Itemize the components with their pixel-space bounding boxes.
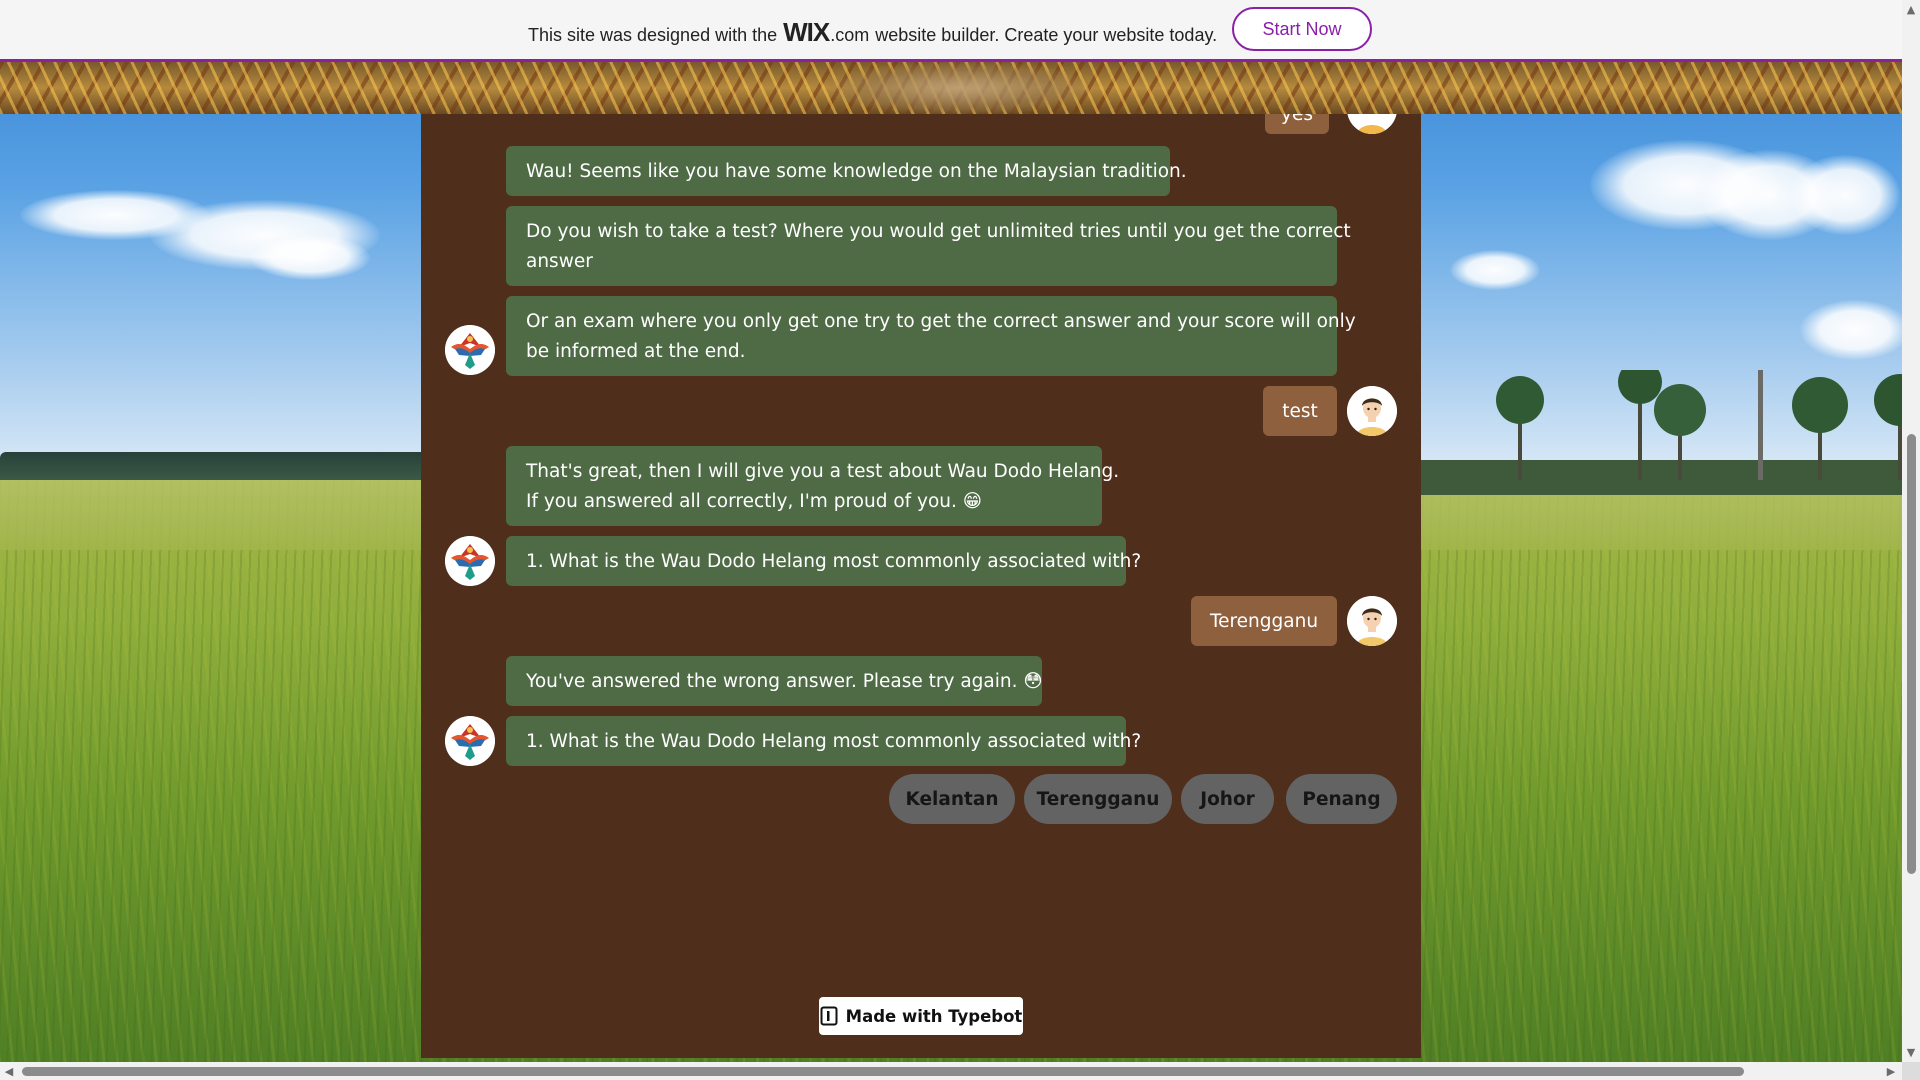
bot-message-text: Wau! Seems like you have some knowledge … (526, 161, 1187, 182)
wix-dotcom: .com (830, 25, 870, 45)
boy-avatar-icon (1347, 596, 1397, 646)
boy-avatar-icon (1347, 114, 1397, 134)
horizontal-scrollbar[interactable]: ◀ ▶ (0, 1062, 1920, 1080)
bot-message: Wau! Seems like you have some knowledge … (506, 146, 1187, 196)
bot-message-text: 1. What is the Wau Dodo Helang most comm… (526, 731, 1142, 752)
treeline-left (0, 452, 430, 480)
bot-message-line: be informed at the end. (526, 341, 746, 362)
header-banner-path (830, 62, 1090, 114)
bot-message: 1. What is the Wau Dodo Helang most comm… (506, 536, 1141, 586)
bot-message: That's great, then I will give you a tes… (506, 446, 1120, 526)
bot-message: Or an exam where you only get one try to… (506, 296, 1356, 376)
typebot-logo-icon (820, 1006, 838, 1026)
wix-promo-text-before: This site was designed with the (528, 25, 778, 45)
scrollbar-corner (1902, 1062, 1920, 1080)
palm-trees (1420, 370, 1920, 495)
bot-message-line: Or an exam where you only get one try to… (526, 311, 1356, 332)
bot-message-line: That's great, then I will give you a tes… (526, 461, 1120, 482)
kite-bird-avatar-icon (445, 536, 495, 586)
kite-bird-avatar-icon (445, 716, 495, 766)
bot-message: 1. What is the Wau Dodo Helang most comm… (506, 716, 1141, 766)
user-message-text: test (1282, 401, 1318, 422)
kite-bird-avatar-icon (445, 325, 495, 375)
boy-avatar-icon (1347, 386, 1397, 436)
scroll-left-arrow-icon[interactable]: ◀ (0, 1062, 18, 1080)
choice-button-kelantan[interactable]: Kelantan (889, 774, 1015, 824)
grinning-emoji-icon: 😁 (962, 491, 983, 512)
bot-message-line: If you answered all correctly, I'm proud… (526, 491, 983, 512)
scroll-down-arrow-icon[interactable]: ▼ (1902, 1043, 1920, 1061)
user-message: test (1263, 386, 1337, 436)
bot-message-text: 1. What is the Wau Dodo Helang most comm… (526, 551, 1142, 572)
typebot-badge-label: Made with Typebot (845, 1006, 1023, 1026)
wix-promo-bar: This site was designed with the WIX .com… (0, 0, 1902, 62)
choice-button-johor[interactable]: Johor (1181, 774, 1274, 824)
wix-logo[interactable]: WIX (783, 17, 830, 48)
bot-message: You've answered the wrong answer. Please… (506, 656, 1043, 706)
start-now-button[interactable]: Start Now (1232, 7, 1372, 51)
made-with-typebot-badge[interactable]: Made with Typebot (819, 997, 1023, 1035)
bot-message: Do you wish to take a test? Where you wo… (506, 206, 1351, 286)
flushed-emoji-icon: 😳 (1023, 671, 1043, 692)
scroll-right-arrow-icon[interactable]: ▶ (1882, 1062, 1900, 1080)
user-message-partial: yes (1265, 114, 1329, 134)
user-message-text: Terengganu (1209, 611, 1319, 632)
page-viewport: This site was designed with the WIX .com… (0, 0, 1920, 1080)
wix-promo-text-after: website builder. Create your website tod… (875, 25, 1218, 45)
bot-message-text: You've answered the wrong answer. Please… (526, 671, 1018, 692)
wix-promo-text: This site was designed with the WIX .com… (528, 17, 1218, 47)
scroll-up-arrow-icon[interactable]: ▲ (1902, 0, 1920, 18)
choice-button-penang[interactable]: Penang (1286, 774, 1397, 824)
vertical-scroll-thumb[interactable] (1907, 434, 1916, 874)
bot-message-line: Do you wish to take a test? Where you wo… (526, 221, 1351, 242)
choice-button-terengganu[interactable]: Terengganu (1024, 774, 1172, 824)
bot-message-line: answer (526, 251, 593, 272)
horizontal-scroll-thumb[interactable] (22, 1067, 1744, 1076)
vertical-scrollbar[interactable]: ▲ ▼ (1902, 0, 1920, 1062)
chat-panel: yes Wau! Seems like you have some knowle… (421, 114, 1421, 1058)
user-message: Terengganu (1191, 596, 1337, 646)
